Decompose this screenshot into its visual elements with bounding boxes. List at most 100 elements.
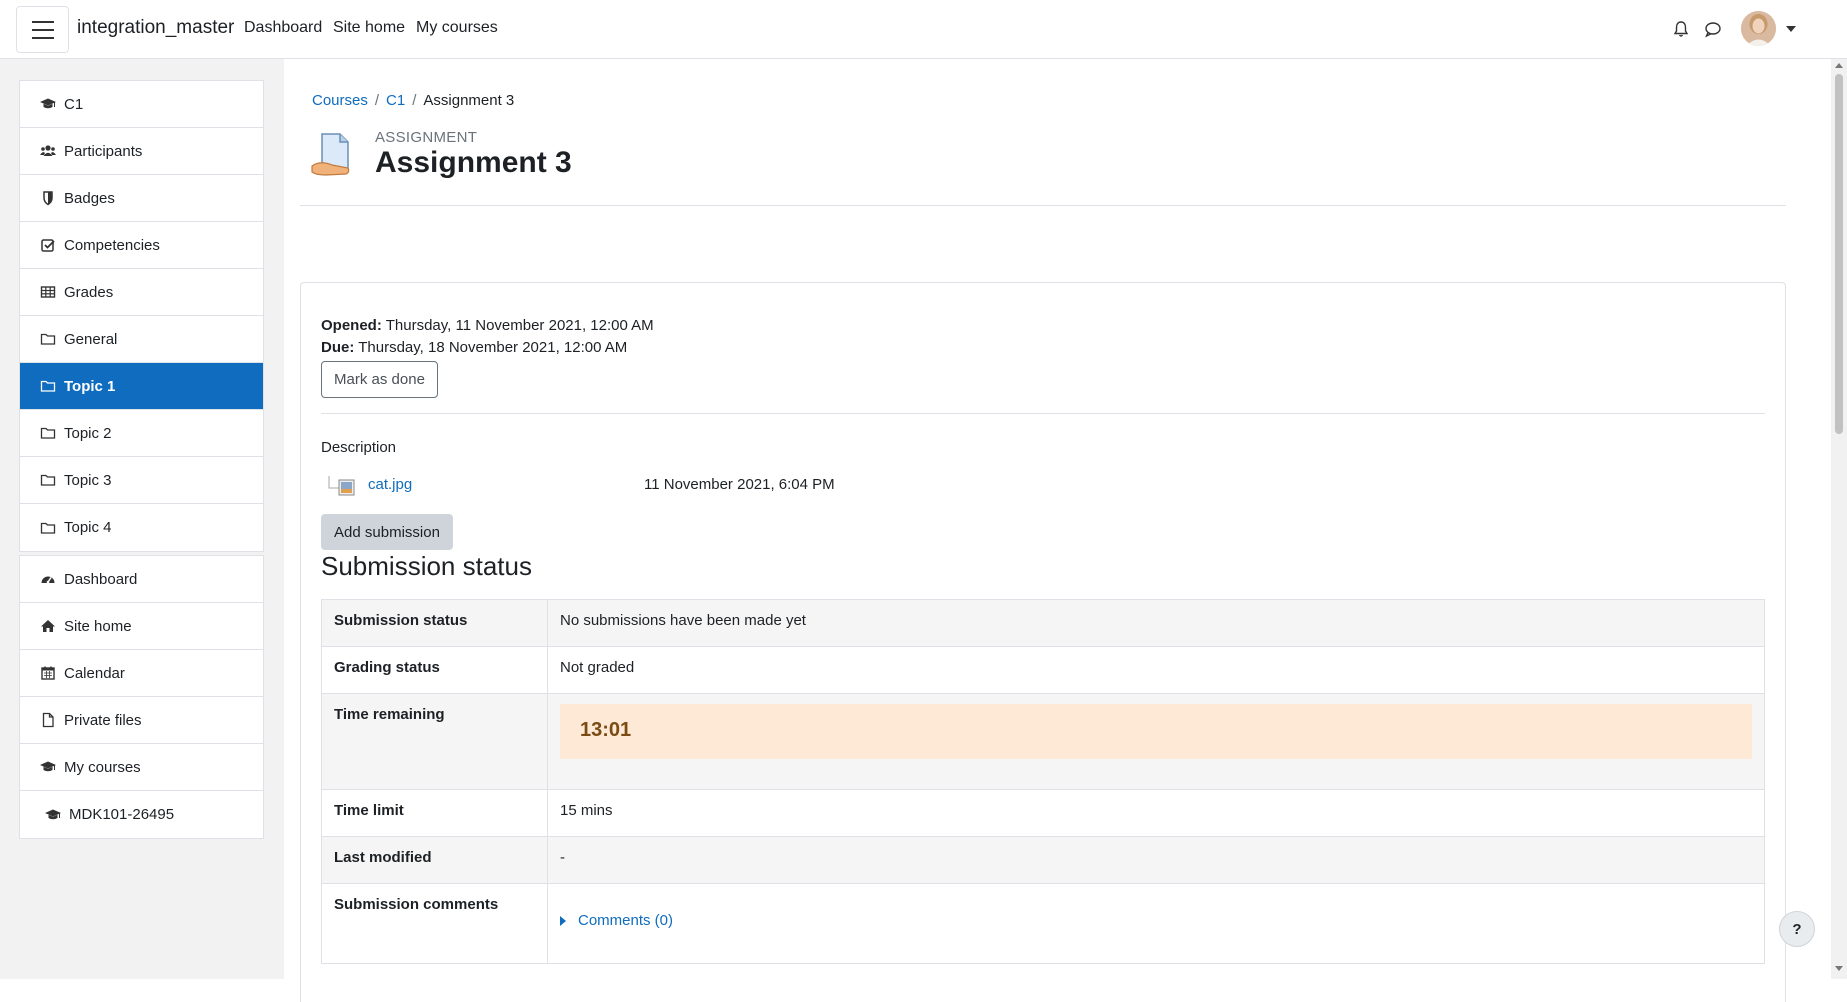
drawer-item-competencies[interactable]: Competencies: [20, 222, 263, 269]
graduation-cap-icon: [40, 96, 56, 112]
comments-toggle-link[interactable]: Comments (0): [560, 912, 673, 929]
drawer-item-label: Dashboard: [64, 570, 138, 588]
drawer-item-label: Calendar: [64, 664, 125, 682]
image-file-icon: [328, 476, 355, 496]
drawer-item-badges[interactable]: Badges: [20, 175, 263, 222]
table-row: Time limit 15 mins: [321, 789, 1765, 837]
time-remaining-timer: 13:01: [560, 704, 1752, 759]
table-row: Submission status No submissions have be…: [321, 599, 1765, 647]
drawer-item-label: Topic 1: [64, 377, 116, 395]
tachometer-icon: [40, 571, 56, 587]
users-icon: [40, 143, 56, 159]
drawer-item-course-mdk101[interactable]: MDK101-26495: [20, 791, 263, 838]
description-label: Description: [321, 439, 397, 456]
assignment-card: Opened: Thursday, 11 November 2021, 12:0…: [300, 282, 1786, 1002]
drawer-item-private-files[interactable]: Private files: [20, 697, 263, 744]
activity-dates: Opened: Thursday, 11 November 2021, 12:0…: [321, 315, 654, 359]
table-row: Last modified -: [321, 836, 1765, 884]
scroll-down-arrow[interactable]: [1835, 966, 1843, 971]
drawer-item-label: C1: [64, 95, 84, 113]
drawer-item-label: Topic 2: [64, 424, 112, 442]
drawer-item-grades[interactable]: Grades: [20, 269, 263, 316]
nav-link-my-courses[interactable]: My courses: [416, 19, 498, 37]
main-content: Courses / C1 / Assignment 3 ASSIGNMENT Assig…: [284, 59, 1831, 1002]
due-date: Due: Thursday, 18 November 2021, 12:00 A…: [321, 339, 628, 356]
hamburger-line: [32, 21, 54, 23]
drawer-item-topic-3[interactable]: Topic 3: [20, 457, 263, 504]
drawer-item-site-home[interactable]: Site home: [20, 603, 263, 650]
drawer-item-label: Site home: [64, 617, 132, 635]
drawer-item-label: Topic 3: [64, 471, 112, 489]
row-value: 13:01: [547, 693, 1765, 790]
row-value: -: [547, 836, 1765, 884]
chevron-down-icon[interactable]: [1786, 26, 1796, 32]
drawer-item-topic-1[interactable]: Topic 1: [20, 363, 263, 410]
row-value: No submissions have been made yet: [547, 599, 1765, 647]
home-icon: [40, 618, 56, 634]
help-button[interactable]: ?: [1779, 911, 1815, 947]
shield-icon: [40, 190, 56, 206]
graduation-cap-icon: [45, 807, 61, 823]
breadcrumb-current: Assignment 3: [423, 92, 515, 109]
drawer-item-label: Participants: [64, 142, 143, 160]
chat-icon[interactable]: [1702, 18, 1724, 40]
drawer-item-dashboard[interactable]: Dashboard: [20, 556, 263, 603]
submission-status-table: Submission status No submissions have be…: [321, 599, 1765, 964]
site-name[interactable]: integration_master: [77, 17, 234, 39]
comments-link-label: Comments (0): [578, 912, 674, 929]
row-label: Last modified: [321, 836, 548, 884]
hamburger-line: [32, 37, 54, 39]
table-row: Time remaining 13:01: [321, 693, 1765, 790]
drawer-item-label: Competencies: [64, 236, 160, 254]
caret-right-icon: [560, 915, 566, 926]
drawer-item-label: Badges: [64, 189, 115, 207]
drawer-item-c1[interactable]: C1: [20, 81, 263, 128]
scroll-up-arrow[interactable]: [1835, 63, 1843, 68]
drawer-item-label: MDK101-26495: [69, 806, 175, 823]
breadcrumb-c1[interactable]: C1: [386, 92, 405, 109]
row-label: Time remaining: [321, 693, 548, 790]
folder-icon: [40, 378, 56, 394]
breadcrumb-separator: /: [412, 92, 417, 109]
attachment-row: cat.jpg 11 November 2021, 6:04 PM: [327, 474, 927, 496]
opened-date: Opened: Thursday, 11 November 2021, 12:0…: [321, 317, 654, 334]
drawer-item-my-courses[interactable]: My courses: [20, 744, 263, 791]
folder-icon: [40, 331, 56, 347]
drawer-item-participants[interactable]: Participants: [20, 128, 263, 175]
file-link-cat-jpg[interactable]: cat.jpg: [368, 476, 412, 493]
drawer-item-topic-2[interactable]: Topic 2: [20, 410, 263, 457]
page-scrollbar[interactable]: [1831, 59, 1847, 979]
table-row: Grading status Not graded: [321, 646, 1765, 694]
submission-status-heading: Submission status: [321, 551, 532, 581]
row-value: 15 mins: [547, 789, 1765, 837]
row-label: Grading status: [321, 646, 548, 694]
scrollbar-thumb[interactable]: [1835, 74, 1843, 434]
course-nav-group: C1 Participants Badges Competencies Grad…: [19, 80, 264, 552]
mark-as-done-button[interactable]: Mark as done: [321, 361, 438, 398]
drawer-item-general[interactable]: General: [20, 316, 263, 363]
module-type-label: ASSIGNMENT: [375, 129, 478, 146]
table-row: Submission comments Comments (0): [321, 883, 1765, 964]
row-value: Comments (0): [547, 883, 1765, 964]
file-icon: [40, 712, 56, 728]
bell-icon[interactable]: [1670, 18, 1692, 40]
add-submission-button[interactable]: Add submission: [321, 514, 453, 550]
user-avatar[interactable]: [1741, 11, 1776, 46]
page-title: Assignment 3: [375, 146, 572, 179]
drawer-item-topic-4[interactable]: Topic 4: [20, 504, 263, 551]
folder-icon: [40, 520, 56, 536]
breadcrumb-courses[interactable]: Courses: [312, 92, 368, 109]
folder-icon: [40, 425, 56, 441]
nav-link-site-home[interactable]: Site home: [333, 19, 405, 37]
site-nav-group: Dashboard Site home Calendar Private fil…: [19, 555, 264, 839]
divider: [300, 205, 1786, 206]
drawer-item-label: My courses: [64, 758, 141, 776]
table-icon: [40, 284, 56, 300]
graduation-cap-icon: [40, 759, 56, 775]
folder-icon: [40, 472, 56, 488]
menu-toggle-button[interactable]: [16, 6, 69, 53]
nav-link-dashboard[interactable]: Dashboard: [244, 19, 322, 37]
breadcrumb-separator: /: [374, 92, 380, 109]
drawer-item-calendar[interactable]: Calendar: [20, 650, 263, 697]
hamburger-line: [32, 29, 54, 31]
